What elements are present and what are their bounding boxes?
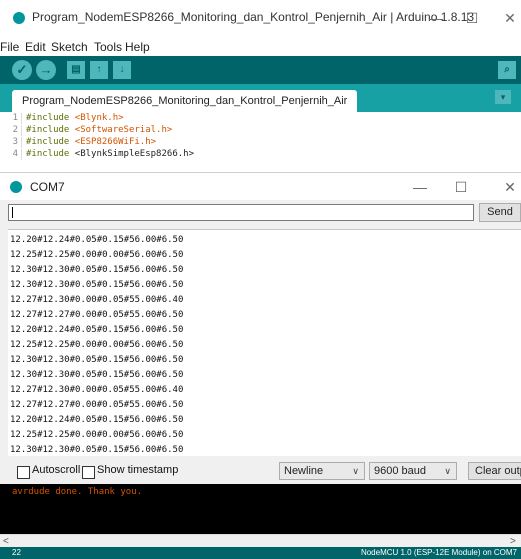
- serial-output-line: 12.30#12.30#0.05#0.15#56.00#6.50: [10, 370, 184, 380]
- verify-button[interactable]: ✓: [12, 60, 32, 80]
- code-directive: #include: [26, 149, 75, 159]
- menu-bar: File Edit Sketch Tools Help: [0, 38, 521, 56]
- code-directive: #include: [26, 113, 75, 123]
- baud-rate-select[interactable]: 9600 baud ∨: [369, 462, 457, 480]
- code-line: 1 #include <Blynk.h>: [0, 113, 124, 124]
- line-number: 4: [12, 149, 18, 159]
- status-board: NodeMCU 1.0 (ESP-12E Module) on COM7: [360, 548, 517, 557]
- serial-output-line: 12.30#12.30#0.05#0.15#56.00#6.50: [10, 280, 184, 290]
- menu-sketch[interactable]: Sketch: [51, 40, 88, 54]
- line-number: 2: [12, 125, 18, 135]
- code-directive: #include: [26, 125, 75, 135]
- baud-rate-value: 9600 baud: [374, 465, 426, 477]
- serial-output-line: 12.30#12.30#0.05#0.15#56.00#6.50: [10, 355, 184, 365]
- autoscroll-checkbox[interactable]: [17, 466, 30, 479]
- chevron-down-icon: ∨: [444, 466, 451, 476]
- menu-help[interactable]: Help: [125, 40, 150, 54]
- line-ending-value: Newline: [284, 465, 324, 477]
- save-sketch-button[interactable]: ↓: [113, 61, 131, 79]
- show-timestamp-label: Show timestamp: [97, 464, 179, 476]
- line-number: 1: [12, 113, 18, 123]
- serial-output-line: 12.25#12.25#0.00#0.00#56.00#6.50: [10, 250, 184, 260]
- ide-window-title: Program_NodemESP8266_Monitoring_dan_Kont…: [32, 10, 475, 24]
- new-sketch-button[interactable]: ▤: [67, 61, 85, 79]
- console-text: avrdude done. Thank you.: [12, 487, 143, 497]
- serial-window-title: COM7: [30, 180, 65, 194]
- tab-menu-button[interactable]: ▾: [495, 90, 511, 104]
- code-line: 3 #include <ESP8266WiFi.h>: [0, 137, 156, 148]
- tab-bar: Program_NodemESP8266_Monitoring_dan_Kont…: [0, 84, 521, 112]
- serial-input-row: Send: [0, 202, 521, 224]
- serial-output-line: 12.27#12.27#0.00#0.05#55.00#6.50: [10, 310, 184, 320]
- serial-output-line: 12.20#12.24#0.05#0.15#56.00#6.50: [10, 235, 184, 245]
- serial-maximize-button[interactable]: ☐: [451, 179, 471, 196]
- show-timestamp-checkbox[interactable]: [82, 466, 95, 479]
- line-number: 3: [12, 137, 18, 147]
- tab-sketch[interactable]: Program_NodemESP8266_Monitoring_dan_Kont…: [12, 90, 358, 112]
- console-output: avrdude done. Thank you.: [0, 484, 521, 534]
- toolbar: ✓ → ▤ ↑ ↓ ⌕: [0, 56, 521, 84]
- autoscroll-label: Autoscroll: [32, 464, 81, 476]
- ide-title-bar: Program_NodemESP8266_Monitoring_dan_Kont…: [0, 0, 521, 38]
- serial-output-line: 12.27#12.30#0.00#0.05#55.00#6.40: [10, 295, 184, 305]
- code-line: 4 #include <BlynkSimpleEsp8266.h>: [0, 149, 194, 160]
- serial-monitor-button[interactable]: ⌕: [498, 61, 516, 79]
- arduino-logo-icon: [13, 12, 25, 24]
- serial-close-button[interactable]: ✕: [500, 179, 520, 196]
- serial-monitor-window: COM7 — ☐ ✕ Send 12.20#12.24#0.05#0.15#56…: [0, 172, 521, 559]
- status-line-number: 22: [12, 548, 21, 557]
- serial-output-line: 12.20#12.24#0.05#0.15#56.00#6.50: [10, 325, 184, 335]
- code-directive: #include: [26, 137, 75, 147]
- ide-minimize-button[interactable]: —: [426, 10, 446, 26]
- serial-output-line: 12.25#12.25#0.00#0.00#56.00#6.50: [10, 340, 184, 350]
- serial-output-line: 12.20#12.24#0.05#0.15#56.00#6.50: [10, 415, 184, 425]
- open-sketch-button[interactable]: ↑: [90, 61, 108, 79]
- serial-output-line: 12.27#12.27#0.00#0.05#55.00#6.50: [10, 400, 184, 410]
- serial-output-line: 12.30#12.30#0.05#0.15#56.00#6.50: [10, 445, 184, 455]
- menu-edit[interactable]: Edit: [25, 40, 46, 54]
- serial-output-line: 12.25#12.25#0.00#0.00#56.00#6.50: [10, 430, 184, 440]
- serial-send-input[interactable]: [8, 204, 474, 221]
- menu-file[interactable]: File: [0, 40, 19, 54]
- code-header: <SoftwareSerial.h>: [74, 125, 173, 135]
- ide-maximize-button[interactable]: ☐: [462, 10, 482, 27]
- serial-controls: Autoscroll Show timestamp Newline ∨ 9600…: [0, 460, 521, 484]
- code-header: <Blynk.h>: [74, 113, 124, 123]
- arduino-logo-icon: [10, 181, 22, 193]
- serial-output-line: 12.30#12.30#0.05#0.15#56.00#6.50: [10, 265, 184, 275]
- serial-minimize-button[interactable]: —: [410, 179, 430, 195]
- code-line: 2 #include <SoftwareSerial.h>: [0, 125, 172, 136]
- send-button[interactable]: Send: [479, 203, 521, 222]
- text-caret: [12, 207, 13, 218]
- code-header: <BlynkSimpleEsp8266.h>: [74, 149, 194, 159]
- code-header: <ESP8266WiFi.h>: [74, 137, 157, 147]
- ide-close-button[interactable]: ✕: [500, 10, 520, 27]
- code-editor[interactable]: 1 #include <Blynk.h> 2 #include <SoftwareS…: [0, 112, 521, 172]
- serial-output[interactable]: 12.20#12.24#0.05#0.15#56.00#6.50 12.25#12…: [8, 229, 521, 456]
- upload-button[interactable]: →: [36, 60, 56, 80]
- serial-title-bar: COM7 — ☐ ✕: [0, 173, 521, 200]
- horizontal-scrollbar[interactable]: < >: [0, 534, 521, 548]
- menu-tools[interactable]: Tools: [94, 40, 122, 54]
- clear-output-button[interactable]: Clear output: [468, 462, 521, 480]
- serial-output-line: 12.27#12.30#0.00#0.05#55.00#6.40: [10, 385, 184, 395]
- line-ending-select[interactable]: Newline ∨: [279, 462, 365, 480]
- chevron-down-icon: ∨: [352, 466, 359, 476]
- status-bar: 22 NodeMCU 1.0 (ESP-12E Module) on COM7: [0, 547, 521, 559]
